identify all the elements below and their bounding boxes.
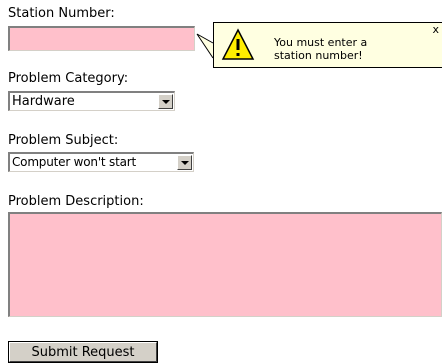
tooltip-close-button[interactable]: x bbox=[432, 24, 439, 35]
problem-category-dropdown-arrow[interactable] bbox=[158, 94, 173, 109]
tooltip-message-line1: You must enter a bbox=[274, 36, 368, 49]
chevron-down-icon bbox=[181, 161, 189, 165]
problem-subject-select[interactable]: Computer won't start bbox=[8, 152, 194, 172]
warning-icon bbox=[221, 28, 255, 60]
tooltip-message-line2: station number! bbox=[274, 49, 363, 62]
validation-tooltip: You must enter a station number! x bbox=[213, 22, 442, 68]
problem-description-textarea[interactable] bbox=[8, 212, 442, 317]
problem-subject-label: Problem Subject: bbox=[8, 133, 119, 148]
problem-description-label: Problem Description: bbox=[8, 194, 144, 209]
tooltip-pointer bbox=[196, 33, 214, 59]
tooltip-message: You must enter a station number! bbox=[274, 36, 367, 62]
station-number-input[interactable] bbox=[8, 26, 195, 51]
problem-subject-dropdown-arrow[interactable] bbox=[177, 155, 192, 170]
submit-request-button[interactable]: Submit Request bbox=[8, 341, 158, 363]
problem-category-select[interactable]: Hardware bbox=[8, 91, 175, 111]
problem-subject-value: Computer won't start bbox=[12, 155, 136, 169]
problem-category-value: Hardware bbox=[12, 94, 75, 109]
problem-category-label: Problem Category: bbox=[8, 71, 129, 86]
chevron-down-icon bbox=[162, 100, 170, 104]
station-number-label: Station Number: bbox=[8, 6, 115, 21]
